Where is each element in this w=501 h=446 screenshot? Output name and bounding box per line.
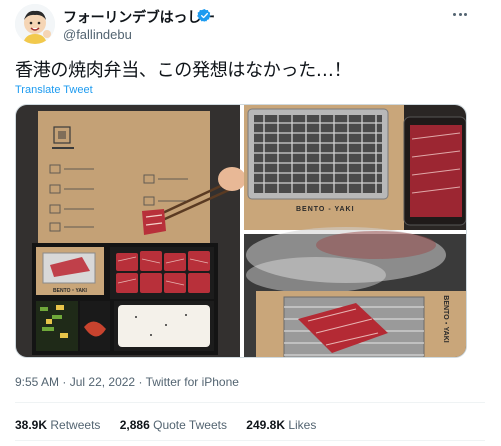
tweet-source[interactable]: Twitter for iPhone — [146, 375, 239, 389]
tweet-date[interactable]: Jul 22, 2022 — [70, 375, 135, 389]
smoke-photo-label: BENTO・YAKI — [442, 295, 449, 343]
meta-dot: · — [138, 375, 146, 389]
verified-badge-icon — [197, 8, 211, 23]
bento-box-label: BENTO・YAKI — [53, 288, 88, 294]
quotes-count: 2,886 — [119, 418, 150, 432]
media-grid[interactable]: BENTO・YAKI BENTO - YAKI BENTO・YAKI — [15, 104, 467, 358]
tweet-text: 香港の焼肉弁当、この発想はなかった…！ — [15, 60, 352, 81]
handle[interactable]: @fallindebu — [63, 27, 132, 42]
more-icon[interactable] — [452, 8, 468, 22]
media-photo-grill[interactable]: BENTO - YAKI — [244, 105, 467, 230]
divider — [15, 402, 485, 403]
likes-count: 249.8K — [246, 418, 285, 432]
tweet-stats: 38.9K Retweets 2,886 Quote Tweets 249.8K… — [15, 418, 332, 432]
retweets-count: 38.9K — [15, 418, 48, 432]
likes-stat[interactable]: 249.8K Likes — [246, 418, 316, 432]
retweets-label: Retweets — [50, 418, 101, 432]
avatar-illustration — [15, 4, 55, 44]
quotes-stat[interactable]: 2,886 Quote Tweets — [120, 418, 227, 432]
avatar[interactable] — [15, 4, 55, 44]
meta-dot: · — [62, 375, 70, 389]
grill-tray-label: BENTO - YAKI — [296, 206, 355, 213]
retweets-stat[interactable]: 38.9K Retweets — [15, 418, 100, 432]
tweet-card: フォーリンデブはっしー @fallindebu 香港の焼肉弁当、この発想はなかっ… — [0, 0, 501, 446]
tweet-meta: 9:55 AM · Jul 22, 2022 · Twitter for iPh… — [15, 375, 239, 389]
display-name[interactable]: フォーリンデブはっしー — [63, 7, 215, 27]
media-photo-bento-box[interactable]: BENTO・YAKI — [16, 105, 246, 358]
media-photo-smoke[interactable]: BENTO・YAKI — [244, 227, 467, 358]
quotes-label: Quote Tweets — [153, 418, 227, 432]
likes-label: Likes — [288, 418, 317, 432]
translate-tweet-link[interactable]: Translate Tweet — [15, 84, 93, 96]
divider — [15, 440, 485, 441]
tweet-time[interactable]: 9:55 AM — [15, 375, 59, 389]
